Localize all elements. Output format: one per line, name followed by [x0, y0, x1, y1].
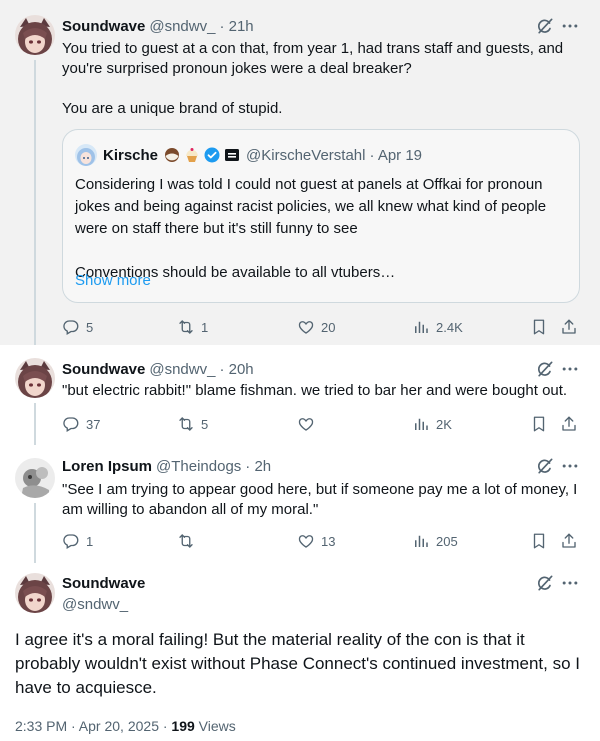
view-count: 2K	[436, 416, 452, 432]
grok-icon[interactable]	[535, 573, 555, 593]
main-post-text: I agree it's a moral failing! But the ma…	[15, 630, 580, 697]
reply-button[interactable]: 37	[62, 414, 100, 434]
quoted-post[interactable]: Kirsche @KirscheVerstahl · Apr 19 Consid…	[62, 129, 580, 303]
reply-post[interactable]: Loren Ipsum @Theindogs · 2h "See I am tr…	[0, 445, 600, 563]
reply-count: 37	[86, 416, 101, 432]
action-bar: 1 13 205	[62, 531, 582, 551]
like-count: 13	[321, 533, 336, 549]
handle: @KirscheVerstahl	[246, 146, 366, 164]
action-bar: 5 1 20 2.4K	[62, 317, 582, 337]
share-button[interactable]	[560, 317, 578, 337]
display-name[interactable]: Loren Ipsum	[62, 458, 152, 475]
post-header: Soundwave @sndwv_ · 20h	[62, 359, 254, 379]
repost-button[interactable]: 5	[177, 414, 208, 434]
post-text: "but electric rabbit!" blame fishman. we…	[62, 382, 568, 399]
grok-icon[interactable]	[535, 16, 555, 36]
handle-row: @sndwv_	[62, 594, 128, 614]
post-header: Soundwave	[62, 573, 145, 593]
cupcake-emoji	[184, 147, 200, 163]
action-bar: 37 5 2K	[62, 414, 582, 434]
post-timestamp: 2:33 PM · Apr 20, 2025 · 199 Views	[15, 718, 236, 734]
like-button[interactable]: 20	[297, 317, 335, 337]
views-button[interactable]: 2K	[412, 414, 452, 434]
handle[interactable]: @sndwv_	[62, 596, 128, 613]
quote-text: Considering I was told I could not guest…	[75, 176, 547, 281]
affiliate-badge	[224, 147, 240, 163]
post-header: Loren Ipsum @Theindogs · 2h	[62, 456, 271, 476]
like-button[interactable]: 13	[297, 531, 335, 551]
coconut-emoji	[164, 147, 180, 163]
display-name: Kirsche	[103, 146, 159, 164]
more-icon[interactable]	[560, 573, 580, 593]
post-text: "See I am trying to appear good here, bu…	[62, 481, 578, 518]
repost-count: 5	[201, 416, 209, 432]
view-count: 205	[436, 533, 458, 549]
more-icon[interactable]	[560, 16, 580, 36]
avatar	[75, 144, 97, 166]
reply-post[interactable]: Soundwave @sndwv_ · 21h You tried to gue…	[0, 0, 600, 345]
views-label: Views	[194, 718, 236, 734]
post-text: You tried to guest at a con that, from y…	[62, 40, 564, 117]
thread-connector	[34, 60, 36, 345]
reply-button[interactable]: 1	[62, 531, 93, 551]
view-count: 199	[171, 718, 195, 734]
quote-header: Kirsche @KirscheVerstahl · Apr 19	[75, 144, 422, 166]
repost-button[interactable]	[177, 531, 201, 551]
post-time[interactable]: · 20h	[219, 361, 253, 378]
reply-button[interactable]: 5	[62, 317, 93, 337]
more-icon[interactable]	[560, 359, 580, 379]
show-more-link[interactable]: Show more	[75, 272, 151, 289]
more-icon[interactable]	[560, 456, 580, 476]
like-button[interactable]	[297, 414, 321, 434]
bookmark-button[interactable]	[530, 317, 548, 337]
reply-post[interactable]: Soundwave @sndwv_ · 20h "but electric ra…	[0, 345, 600, 445]
bookmark-button[interactable]	[530, 414, 548, 434]
display-name[interactable]: Soundwave	[62, 18, 145, 35]
bookmark-button[interactable]	[530, 531, 548, 551]
repost-count: 1	[201, 319, 209, 335]
avatar[interactable]	[15, 15, 55, 55]
post-time[interactable]: · 21h	[219, 18, 253, 35]
post-time: · Apr 19	[369, 146, 423, 164]
display-name[interactable]: Soundwave	[62, 575, 145, 592]
verified-badge	[204, 147, 220, 163]
thread-connector	[34, 503, 36, 563]
views-button[interactable]: 205	[412, 531, 458, 551]
display-name[interactable]: Soundwave	[62, 361, 145, 378]
share-button[interactable]	[560, 531, 578, 551]
views-button[interactable]: 2.4K	[412, 317, 463, 337]
repost-button[interactable]: 1	[177, 317, 208, 337]
post-time[interactable]: · 2h	[245, 458, 271, 475]
handle[interactable]: @sndwv_	[149, 361, 215, 378]
thread-connector	[34, 403, 36, 445]
handle[interactable]: @Theindogs	[156, 458, 241, 475]
handle[interactable]: @sndwv_	[149, 18, 215, 35]
avatar[interactable]	[15, 358, 55, 398]
like-count: 20	[321, 319, 336, 335]
grok-icon[interactable]	[535, 456, 555, 476]
grok-icon[interactable]	[535, 359, 555, 379]
share-button[interactable]	[560, 414, 578, 434]
avatar[interactable]	[15, 458, 55, 498]
reply-count: 1	[86, 533, 94, 549]
avatar[interactable]	[15, 573, 55, 613]
view-count: 2.4K	[436, 319, 463, 335]
post-header: Soundwave @sndwv_ · 21h	[62, 16, 254, 36]
reply-count: 5	[86, 319, 94, 335]
timestamp-text[interactable]: 2:33 PM · Apr 20, 2025 ·	[15, 718, 171, 734]
